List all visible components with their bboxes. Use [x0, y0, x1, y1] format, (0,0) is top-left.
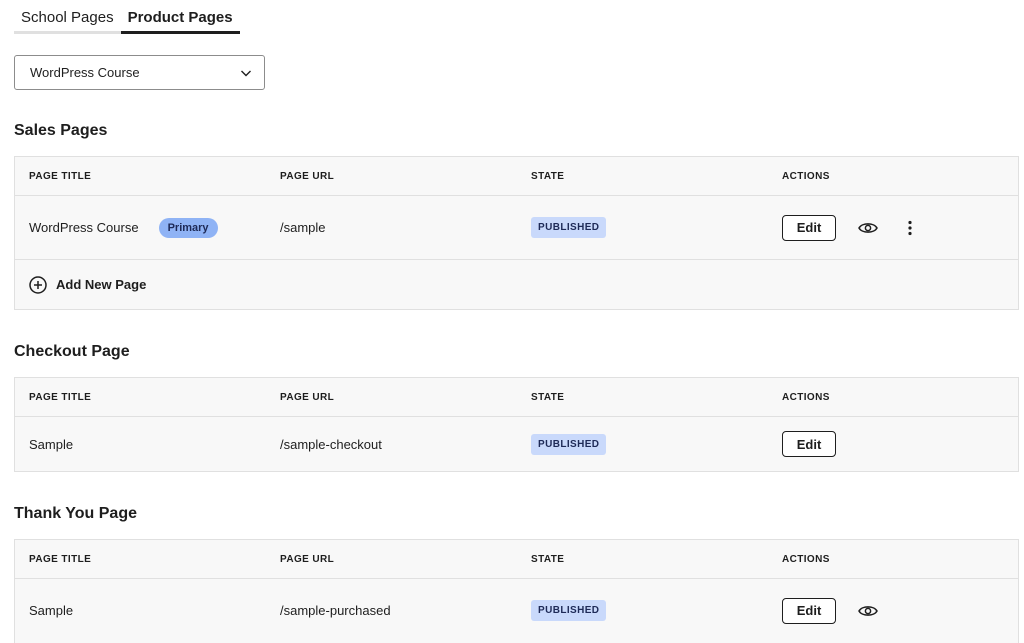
eye-icon[interactable]	[856, 216, 880, 240]
page-title-cell: WordPress Course Primary	[29, 196, 218, 259]
thank-you-page-heading: Thank You Page	[14, 505, 137, 522]
add-new-page-label: Add New Page	[56, 277, 147, 292]
product-select[interactable]: WordPress Course	[14, 55, 265, 90]
product-select-value: WordPress Course	[30, 65, 140, 80]
page-type-tabs: School Pages Product Pages	[14, 0, 240, 34]
table-header: PAGE TITLE PAGE URL STATE ACTIONS	[15, 540, 1018, 578]
status-badge: PUBLISHED	[531, 600, 607, 621]
primary-badge: Primary	[158, 217, 218, 238]
eye-icon[interactable]	[856, 599, 880, 623]
table-header: PAGE TITLE PAGE URL STATE ACTIONS	[15, 157, 1018, 195]
page-title: WordPress Course	[29, 220, 139, 235]
column-header-page-title: PAGE TITLE	[29, 553, 92, 565]
add-new-page-row: Add New Page	[15, 259, 1018, 309]
table-row: Sample /sample-checkout PUBLISHED Edit	[15, 416, 1018, 471]
tab-school-pages[interactable]: School Pages	[14, 0, 121, 34]
column-header-page-url: PAGE URL	[280, 391, 335, 403]
page-title: Sample	[29, 603, 74, 618]
table-header: PAGE TITLE PAGE URL STATE ACTIONS	[15, 378, 1018, 416]
table-row: WordPress Course Primary /sample PUBLISH…	[15, 195, 1018, 259]
column-header-state: STATE	[531, 170, 565, 182]
actions-cell: Edit	[782, 417, 836, 471]
column-header-state: STATE	[531, 553, 565, 565]
state-cell: PUBLISHED	[531, 579, 607, 642]
more-vertical-icon[interactable]	[898, 216, 922, 240]
actions-cell: Edit	[782, 196, 922, 259]
actions-cell: Edit	[782, 579, 880, 642]
status-badge: PUBLISHED	[531, 433, 607, 455]
edit-button[interactable]: Edit	[782, 214, 836, 241]
page-title: Sample	[29, 436, 74, 452]
edit-button[interactable]: Edit	[782, 431, 836, 457]
state-cell: PUBLISHED	[531, 196, 607, 259]
add-new-page-button[interactable]: Add New Page	[29, 260, 146, 309]
column-header-actions: ACTIONS	[782, 553, 830, 565]
plus-circle-icon	[29, 275, 47, 294]
thank-you-page-table: PAGE TITLE PAGE URL STATE ACTIONS Sample…	[14, 539, 1019, 643]
column-header-actions: ACTIONS	[782, 170, 830, 182]
column-header-state: STATE	[531, 391, 565, 403]
column-header-page-url: PAGE URL	[280, 170, 335, 182]
column-header-page-title: PAGE TITLE	[29, 391, 92, 403]
sales-pages-heading: Sales Pages	[14, 122, 108, 139]
tab-product-pages[interactable]: Product Pages	[120, 0, 240, 34]
column-header-actions: ACTIONS	[782, 391, 830, 403]
chevron-down-icon	[241, 70, 251, 77]
edit-button[interactable]: Edit	[782, 597, 836, 624]
status-badge: PUBLISHED	[531, 217, 607, 238]
page-url: /sample	[280, 220, 326, 235]
column-header-page-url: PAGE URL	[280, 553, 335, 565]
checkout-page-table: PAGE TITLE PAGE URL STATE ACTIONS Sample…	[14, 377, 1019, 472]
table-row: Sample /sample-purchased PUBLISHED Edit	[15, 578, 1018, 642]
sales-pages-table: PAGE TITLE PAGE URL STATE ACTIONS WordPr…	[14, 156, 1019, 310]
page-url: /sample-purchased	[280, 603, 391, 618]
page-url: /sample-checkout	[280, 436, 382, 452]
column-header-page-title: PAGE TITLE	[29, 170, 92, 182]
state-cell: PUBLISHED	[531, 417, 607, 471]
checkout-page-heading: Checkout Page	[14, 343, 130, 360]
